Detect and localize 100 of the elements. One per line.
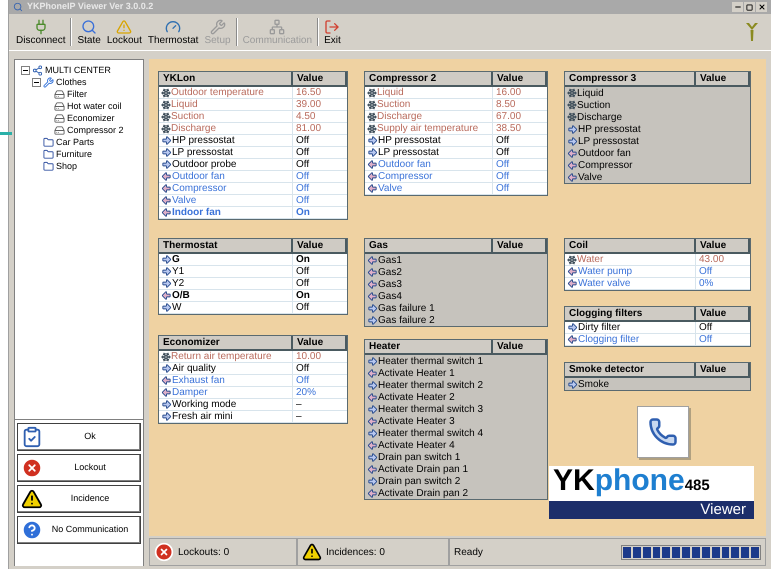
left-arrow-icon	[567, 148, 578, 158]
column-header: Value	[696, 72, 750, 85]
left-arrow-icon	[161, 183, 172, 194]
left-arrow-icon	[367, 464, 378, 474]
tree-item[interactable]: Hot water coil	[67, 100, 122, 112]
parameter-label: G	[172, 254, 180, 265]
parameter-label: Activate Drain pan 1	[378, 464, 468, 474]
parameter-label: HP pressostat	[378, 135, 441, 146]
parameter-label: Valve	[378, 183, 402, 194]
tree-item[interactable]: MULTI CENTER	[45, 64, 111, 76]
right-arrow-icon	[161, 411, 172, 422]
left-arrow-icon	[161, 207, 172, 218]
parameter-label: Liquid	[171, 99, 198, 110]
column-header: Value	[696, 239, 750, 252]
parameter-value: On	[296, 254, 310, 265]
toolbar-button[interactable]: Exit	[321, 14, 344, 50]
parameter-label: Discharge	[377, 111, 422, 122]
left-arrow-icon	[567, 266, 578, 277]
snowflake-icon	[367, 88, 377, 98]
right-arrow-icon	[161, 266, 172, 277]
parameter-value: Off	[296, 195, 310, 206]
tree-item[interactable]: Car Parts	[56, 136, 94, 148]
side-button[interactable]: Ok	[17, 423, 141, 451]
parameter-label: Air quality	[172, 363, 216, 374]
parameter-label: Indoor fan	[172, 207, 221, 218]
right-arrow-icon	[567, 124, 578, 134]
column-header: Value	[293, 239, 347, 252]
maximize-icon	[746, 4, 753, 10]
parameter-label: Y2	[172, 278, 184, 289]
parameter-value: On	[296, 290, 310, 301]
minimize-button[interactable]	[732, 2, 743, 12]
parameter-value: 20%	[296, 387, 316, 398]
folder-icon	[43, 160, 54, 172]
right-arrow-icon	[367, 452, 378, 462]
left-arrow-icon	[367, 159, 378, 170]
right-arrow-icon	[367, 356, 378, 366]
column-header: Coil	[565, 239, 696, 252]
left-arrow-icon	[367, 278, 378, 290]
parameter-value: Off	[296, 171, 310, 182]
tree-item[interactable]: Compressor 2	[67, 124, 124, 136]
parameter-label: O/B	[172, 290, 190, 301]
device-icon	[54, 124, 65, 136]
parameter-label: Damper	[172, 387, 208, 398]
column-header: Thermostat	[159, 239, 293, 252]
left-arrow-icon	[367, 416, 378, 426]
collapse-toggle[interactable]	[21, 66, 30, 74]
parameter-label: Water pump	[578, 266, 632, 277]
parameter-value: Off	[296, 375, 310, 386]
network-icon	[269, 18, 286, 34]
left-arrow-icon	[161, 387, 172, 398]
parameter-label: Valve	[172, 195, 196, 206]
warning-icon	[116, 18, 132, 34]
tree-item[interactable]: Clothes	[56, 76, 87, 88]
right-arrow-icon	[161, 159, 172, 170]
parameter-label: Return air temperature	[171, 351, 272, 362]
column-header: Gas	[365, 239, 493, 252]
telephone-icon	[648, 417, 678, 447]
warning-icon	[21, 488, 43, 510]
parameter-label: Activate Heater 1	[378, 368, 455, 378]
left-arrow-icon	[367, 266, 378, 278]
side-button[interactable]: Incidence	[17, 485, 141, 513]
parameter-label: Supply air temperature	[377, 123, 478, 134]
tree-item[interactable]: Furniture	[56, 148, 92, 160]
parameter-label: Activate Heater 2	[378, 392, 455, 402]
parameter-label: Compressor	[172, 183, 226, 194]
exit-icon	[324, 18, 340, 34]
parameter-value: 0%	[699, 278, 714, 289]
parameter-label: Outdoor temperature	[171, 87, 264, 98]
parameter-value: Off	[296, 159, 310, 170]
left-arrow-icon	[161, 375, 172, 386]
tree-item[interactable]: Filter	[67, 88, 87, 100]
tree-item[interactable]: Economizer	[67, 112, 115, 124]
side-button[interactable]: Lockout	[17, 454, 141, 482]
toolbar-button[interactable]: Lockout	[104, 14, 145, 50]
right-arrow-icon	[567, 322, 578, 333]
tree-item[interactable]: Shop	[56, 160, 78, 172]
parameter-value: Off	[296, 147, 310, 158]
toolbar-button[interactable]: Thermostat	[144, 14, 202, 50]
column-header: Value	[293, 72, 347, 85]
column-header: Heater	[365, 340, 493, 353]
right-arrow-icon	[161, 399, 172, 410]
right-arrow-icon	[367, 380, 378, 390]
toolbar-button[interactable]: State	[74, 14, 104, 50]
column-header: Value	[493, 340, 547, 353]
clipboard-icon	[21, 426, 43, 448]
collapse-toggle[interactable]	[32, 78, 41, 86]
parameter-label: LP pressostat	[172, 147, 233, 158]
snowflake-icon	[367, 112, 377, 122]
parameter-value: 16.50	[296, 87, 322, 98]
parameter-label: Outdoor fan	[578, 148, 631, 158]
maximize-button[interactable]	[744, 2, 755, 12]
snowflake-icon	[161, 352, 171, 362]
parameter-label: Clogging filter	[578, 334, 640, 345]
side-button[interactable]: No Communication	[17, 516, 141, 544]
left-arrow-icon	[161, 195, 172, 206]
left-arrow-icon	[367, 171, 378, 182]
toolbar-button[interactable]: Disconnect	[13, 14, 68, 50]
parameter-label: Discharge	[577, 112, 622, 122]
close-button[interactable]	[756, 2, 767, 12]
device-icon	[54, 112, 65, 124]
